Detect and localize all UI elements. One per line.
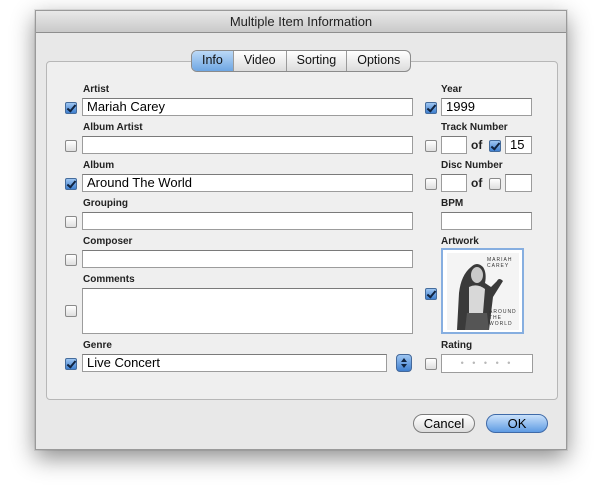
comments-checkbox[interactable] [65, 305, 77, 317]
rating-label: Rating [441, 340, 473, 351]
composer-checkbox[interactable] [65, 254, 77, 266]
rating-stars[interactable]: • • • • • [441, 354, 533, 373]
comments-label: Comments [83, 274, 135, 285]
year-label: Year [441, 84, 463, 95]
track-total-field[interactable]: 15 [505, 136, 532, 154]
tab-video[interactable]: Video [234, 51, 287, 71]
year-field[interactable]: 1999 [441, 98, 532, 116]
album-artist-field[interactable] [82, 136, 413, 154]
tab-info[interactable]: Info [192, 51, 234, 71]
track-number-field[interactable] [441, 136, 467, 154]
grouping-checkbox[interactable] [65, 216, 77, 228]
cancel-button[interactable]: Cancel [413, 414, 475, 433]
tab-options[interactable]: Options [347, 51, 410, 71]
album-cover-image: MARIAH CAREY AROUND THE WORLD [447, 253, 519, 330]
disc-number-label: Disc Number [441, 160, 503, 171]
composer-field[interactable] [82, 250, 413, 268]
genre-checkbox[interactable] [65, 358, 77, 370]
album-field[interactable]: Around The World [82, 174, 413, 192]
genre-dropdown-stepper[interactable] [396, 354, 412, 372]
album-artist-label: Album Artist [83, 122, 143, 133]
artist-label: Artist [83, 84, 110, 95]
disc-number-checkbox[interactable] [425, 178, 437, 190]
window-title: Multiple Item Information [36, 11, 566, 33]
cover-caption-bottom: AROUND THE WORLD [489, 309, 517, 327]
grouping-label: Grouping [83, 198, 128, 209]
disc-of-label: of [471, 176, 483, 190]
disc-total-checkbox[interactable] [489, 178, 501, 190]
bpm-label: BPM [441, 198, 464, 209]
multiple-item-info-window: Multiple Item Information Info Video Sor… [35, 10, 567, 450]
track-of-label: of [471, 138, 483, 152]
year-checkbox[interactable] [425, 102, 437, 114]
chevron-up-icon [401, 358, 407, 362]
ok-button[interactable]: OK [486, 414, 548, 433]
disc-total-field[interactable] [505, 174, 532, 192]
album-label: Album [83, 160, 115, 171]
comments-field[interactable] [82, 288, 413, 334]
rating-checkbox[interactable] [425, 358, 437, 370]
bpm-field[interactable] [441, 212, 532, 230]
tab-bar: Info Video Sorting Options [191, 50, 412, 72]
artwork-label: Artwork [441, 236, 479, 247]
genre-label: Genre [83, 340, 112, 351]
album-checkbox[interactable] [65, 178, 77, 190]
track-number-checkbox[interactable] [425, 140, 437, 152]
album-artist-checkbox[interactable] [65, 140, 77, 152]
artist-field[interactable]: Mariah Carey [82, 98, 413, 116]
genre-combobox[interactable]: Live Concert [82, 354, 387, 372]
track-total-checkbox[interactable] [489, 140, 501, 152]
artwork-checkbox[interactable] [425, 288, 437, 300]
disc-number-field[interactable] [441, 174, 467, 192]
artwork-well[interactable]: MARIAH CAREY AROUND THE WORLD [441, 248, 524, 334]
grouping-field[interactable] [82, 212, 413, 230]
artist-checkbox[interactable] [65, 102, 77, 114]
composer-label: Composer [83, 236, 133, 247]
track-number-label: Track Number [441, 122, 508, 133]
chevron-down-icon [401, 364, 407, 368]
tab-sorting[interactable]: Sorting [287, 51, 348, 71]
